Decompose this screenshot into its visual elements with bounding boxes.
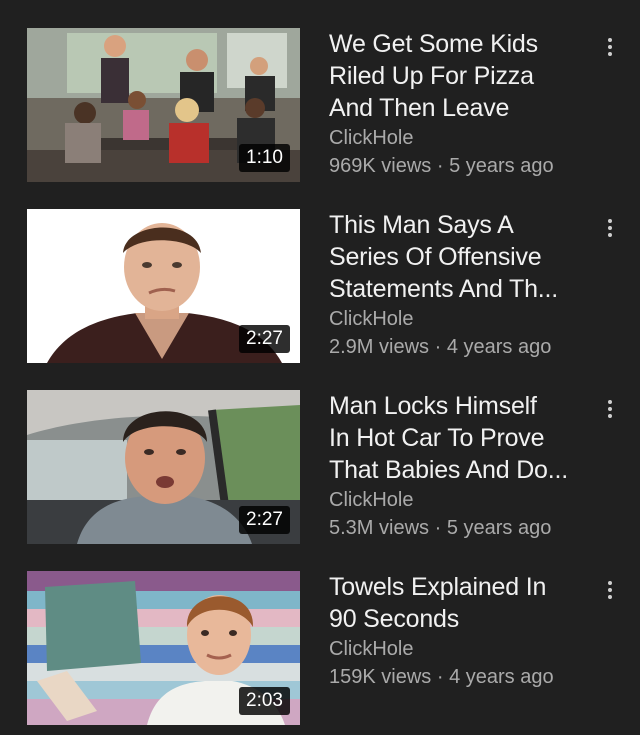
channel-name[interactable]: ClickHole xyxy=(329,305,594,333)
video-duration: 2:27 xyxy=(239,325,290,353)
video-meta[interactable]: Towels Explained In 90 Seconds ClickHole… xyxy=(329,571,594,691)
title-line: Man Locks Himself xyxy=(329,392,537,420)
video-item[interactable]: 2:27 This Man Says A Series Of Offensive… xyxy=(0,209,640,369)
view-count: 969K views xyxy=(329,155,432,177)
video-thumbnail[interactable]: 2:27 xyxy=(27,390,300,544)
channel-name[interactable]: ClickHole xyxy=(329,635,594,663)
separator: · xyxy=(429,517,447,539)
title-line: We Get Some Kids xyxy=(329,30,538,58)
video-meta[interactable]: We Get Some Kids Riled Up For Pizza And … xyxy=(329,28,594,180)
title-line: And Then Leave xyxy=(329,94,510,122)
title-line: In Hot Car To Prove xyxy=(329,424,545,452)
video-stats: 159K views · 4 years ago xyxy=(329,663,594,691)
view-count: 2.9M views xyxy=(329,336,430,358)
video-duration: 1:10 xyxy=(239,144,290,172)
title-line: This Man Says A xyxy=(329,211,514,239)
channel-name[interactable]: ClickHole xyxy=(329,124,594,152)
title-line: Towels Explained In xyxy=(329,573,547,601)
view-count: 159K views xyxy=(329,666,432,688)
upload-age: 5 years ago xyxy=(446,517,552,539)
video-item[interactable]: 2:03 Towels Explained In 90 Seconds Clic… xyxy=(0,571,640,731)
title-line: Statements And Th... xyxy=(329,275,559,303)
separator: · xyxy=(431,155,450,177)
more-vert-icon[interactable] xyxy=(598,394,622,424)
video-stats: 2.9M views · 4 years ago xyxy=(329,333,594,361)
title-line: Riled Up For Pizza xyxy=(329,62,534,90)
more-vert-icon[interactable] xyxy=(598,213,622,243)
video-thumbnail[interactable]: 2:27 xyxy=(27,209,300,363)
video-meta[interactable]: Man Locks Himself In Hot Car To Prove Th… xyxy=(329,390,594,542)
upload-age: 4 years ago xyxy=(446,336,552,358)
video-item[interactable]: 1:10 We Get Some Kids Riled Up For Pizza… xyxy=(0,28,640,188)
channel-name[interactable]: ClickHole xyxy=(329,486,594,514)
video-list: 1:10 We Get Some Kids Riled Up For Pizza… xyxy=(0,0,640,735)
video-duration: 2:27 xyxy=(239,506,290,534)
video-duration: 2:03 xyxy=(239,687,290,715)
video-item[interactable]: 2:27 Man Locks Himself In Hot Car To Pro… xyxy=(0,390,640,550)
title-line: Series Of Offensive xyxy=(329,243,542,271)
video-title[interactable]: We Get Some Kids Riled Up For Pizza And … xyxy=(329,28,594,124)
more-vert-icon[interactable] xyxy=(598,575,622,605)
upload-age: 5 years ago xyxy=(449,155,554,177)
separator: · xyxy=(431,666,450,688)
separator: · xyxy=(429,336,447,358)
title-line: 90 Seconds xyxy=(329,605,460,633)
video-thumbnail[interactable]: 1:10 xyxy=(27,28,300,182)
video-thumbnail[interactable]: 2:03 xyxy=(27,571,300,725)
title-line: That Babies And Do... xyxy=(329,456,569,484)
video-stats: 5.3M views · 5 years ago xyxy=(329,514,594,542)
video-meta[interactable]: This Man Says A Series Of Offensive Stat… xyxy=(329,209,594,361)
video-stats: 969K views · 5 years ago xyxy=(329,152,594,180)
video-title[interactable]: This Man Says A Series Of Offensive Stat… xyxy=(329,209,594,305)
view-count: 5.3M views xyxy=(329,517,430,539)
more-vert-icon[interactable] xyxy=(598,32,622,62)
upload-age: 4 years ago xyxy=(449,666,554,688)
video-title[interactable]: Towels Explained In 90 Seconds xyxy=(329,571,594,635)
video-title[interactable]: Man Locks Himself In Hot Car To Prove Th… xyxy=(329,390,594,486)
